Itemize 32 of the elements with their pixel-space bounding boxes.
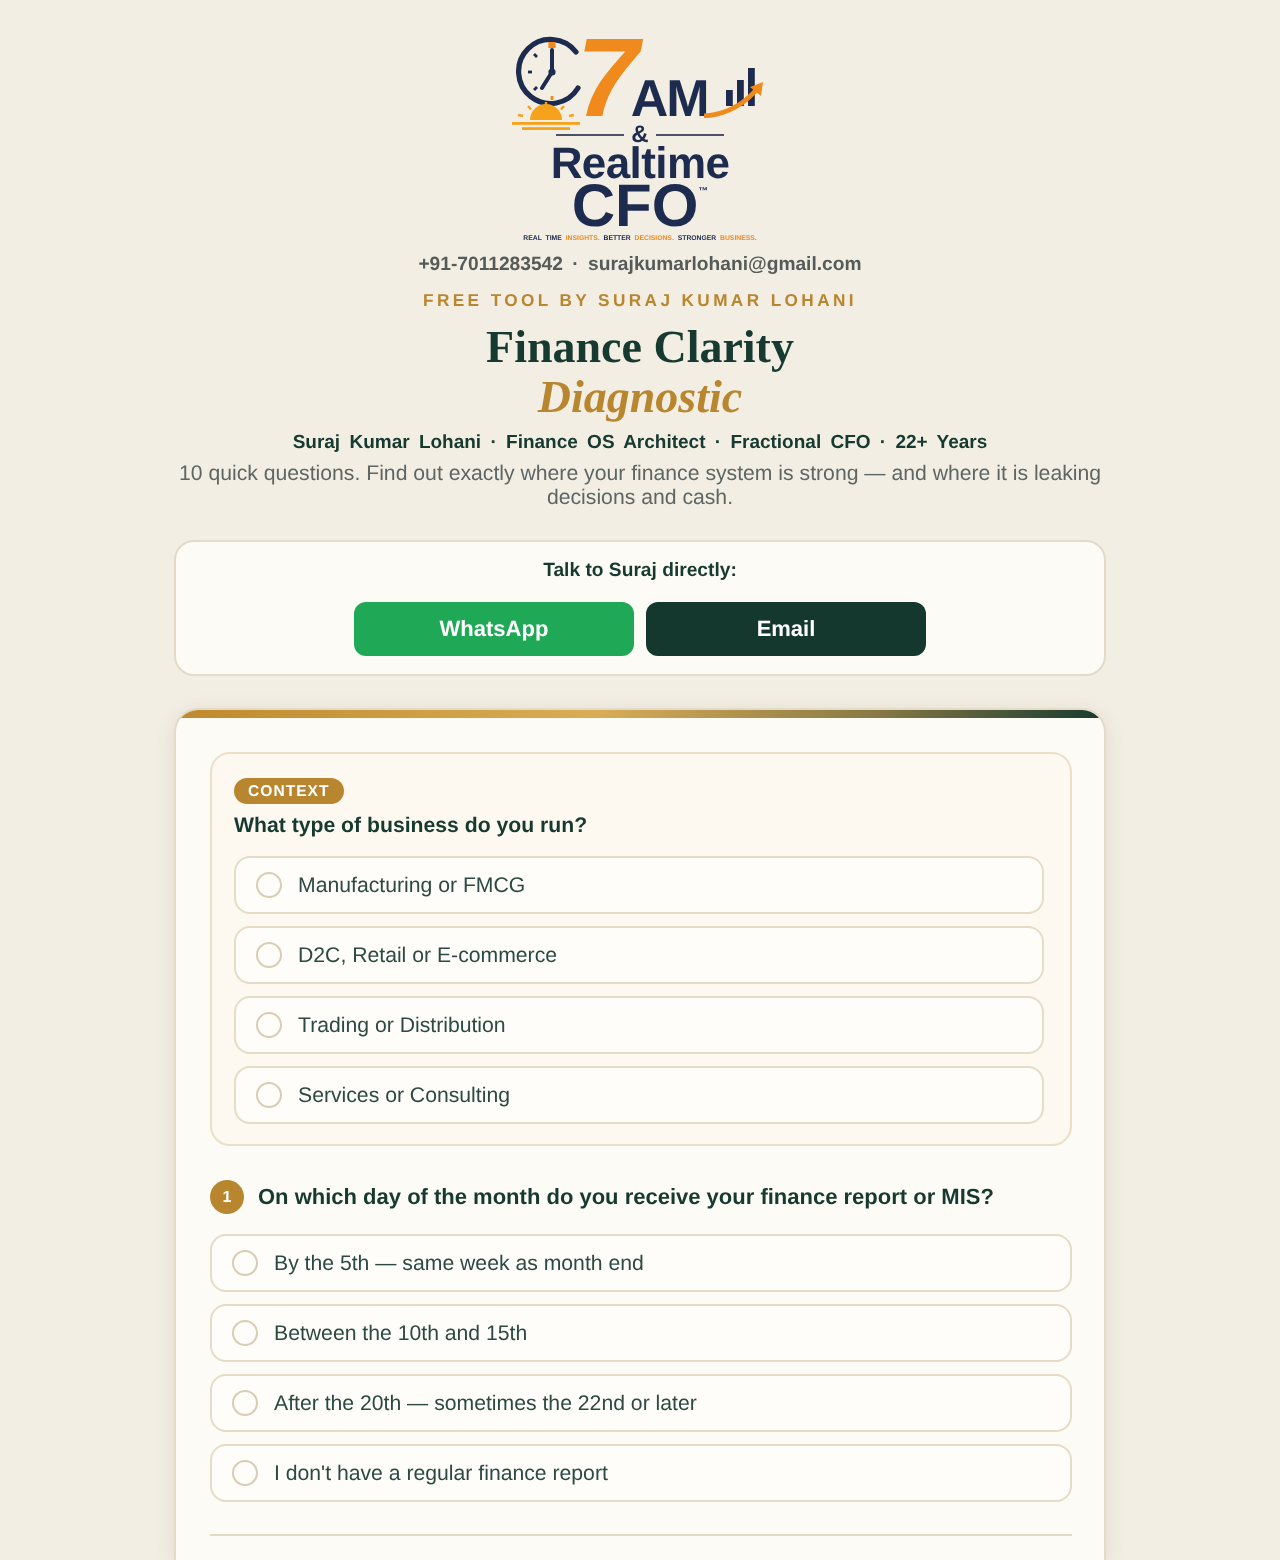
answer-option[interactable]: Services or Consulting xyxy=(234,1066,1044,1124)
answer-option[interactable]: By the 5th — same week as month end xyxy=(210,1234,1072,1292)
page-subtitle: Diagnostic xyxy=(537,372,743,424)
radio-button[interactable] xyxy=(232,1390,258,1416)
answer-option[interactable]: I don't have a regular finance report xyxy=(210,1444,1072,1502)
radio-button[interactable] xyxy=(232,1320,258,1346)
radio-button[interactable] xyxy=(232,1250,258,1276)
answer-option[interactable]: After the 20th — sometimes the 22nd or later xyxy=(210,1374,1072,1432)
radio-button[interactable] xyxy=(256,1012,282,1038)
answer-option[interactable]: Manufacturing or FMCG xyxy=(234,856,1044,914)
radio-button[interactable] xyxy=(256,872,282,898)
author-byline: Suraj Kumar Lohani · Finance OS Architect · Fractional CFO · 22+ Years xyxy=(292,430,988,456)
email-button[interactable]: Email xyxy=(646,602,926,656)
intro-text: 10 quick questions. Find out exactly where your finance system is strong — and where it is leaking decisions and cash. xyxy=(176,464,1104,510)
logo-wordmark: Realtime xyxy=(550,144,730,182)
logo-wordmark: CFO xyxy=(571,182,699,232)
radio-button[interactable] xyxy=(232,1460,258,1486)
logo-ampersand: & xyxy=(631,124,649,144)
answer-option[interactable]: Between the 10th and 15th xyxy=(210,1304,1072,1362)
answer-option[interactable]: D2C, Retail or E-commerce xyxy=(234,926,1044,984)
contact-prompt: Talk to Suraj directly: xyxy=(543,558,737,586)
page-title: Finance Clarity xyxy=(486,322,794,372)
question-text: What type of business do you run? xyxy=(234,812,588,842)
contact-details: +91-7011283542 · surajkumarlohani@gmail.com xyxy=(418,252,862,278)
question-number: 1 xyxy=(210,1180,244,1214)
question-text: On which day of the month do you receive your finance report or MIS? xyxy=(258,1183,994,1213)
sunrise-icon xyxy=(512,102,581,130)
eyebrow-label: FREE TOOL BY SURAJ KUMAR LOHANI xyxy=(423,288,857,312)
radio-button[interactable] xyxy=(256,1082,282,1108)
bar-chart-icon xyxy=(703,62,764,118)
answer-option[interactable]: Trading or Distribution xyxy=(234,996,1044,1054)
radio-button[interactable] xyxy=(256,942,282,968)
